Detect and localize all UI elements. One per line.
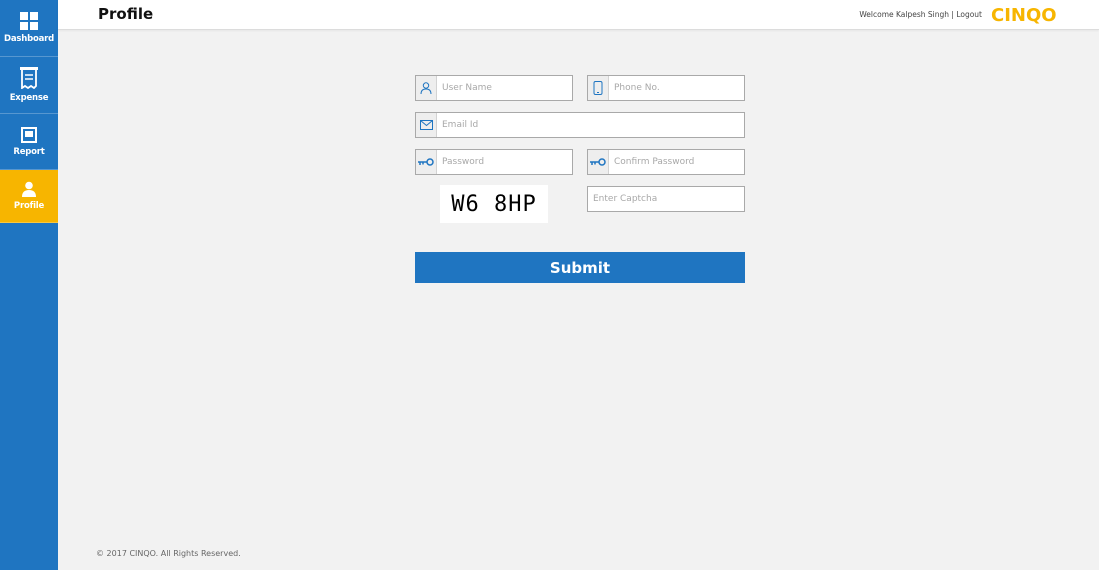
- phone-field[interactable]: [587, 75, 745, 101]
- captcha-input[interactable]: [588, 188, 744, 210]
- logo-text: CINQO: [991, 5, 1057, 25]
- sidebar-item-expense[interactable]: Expense: [0, 57, 58, 114]
- welcome-bar: Welcome Kalpesh Singh | Logout: [859, 10, 982, 19]
- receipt-icon: [20, 67, 38, 89]
- username-field[interactable]: [415, 75, 573, 101]
- sidebar-item-label: Expense: [9, 93, 49, 103]
- logo-mark: CINQO: [991, 5, 1057, 26]
- logout-link[interactable]: Logout: [956, 10, 982, 19]
- sidebar: Dashboard Expense Report Profile: [0, 0, 58, 570]
- user-icon: [21, 181, 37, 197]
- confirm-password-input[interactable]: [609, 151, 744, 173]
- email-field[interactable]: [415, 112, 745, 138]
- password-field[interactable]: [415, 149, 573, 175]
- sidebar-item-label: Report: [13, 146, 45, 157]
- email-input[interactable]: [437, 114, 744, 136]
- confirm-password-field[interactable]: [587, 149, 745, 175]
- sidebar-item-report[interactable]: Report: [0, 114, 58, 170]
- top-bar: Profile Welcome Kalpesh Singh | Logout C…: [58, 0, 1099, 30]
- username-input[interactable]: [437, 77, 572, 99]
- sidebar-item-dashboard[interactable]: Dashboard: [0, 0, 58, 57]
- sidebar-item-label: Dashboard: [3, 34, 55, 44]
- phone-input[interactable]: [609, 77, 744, 99]
- key-icon: [588, 150, 609, 174]
- sidebar-item-profile[interactable]: Profile: [0, 170, 58, 223]
- captcha-text: W6 8HP: [451, 191, 537, 217]
- welcome-text: Welcome Kalpesh Singh |: [859, 10, 954, 19]
- cinqo-logo: CINQO: [991, 5, 1061, 29]
- user-icon: [416, 76, 437, 100]
- report-icon: [21, 126, 37, 143]
- submit-button[interactable]: Submit: [415, 252, 745, 283]
- phone-icon: [588, 76, 609, 100]
- page-title: Profile: [98, 5, 154, 23]
- password-input[interactable]: [437, 151, 572, 173]
- footer-copyright: © 2017 CINQO. All Rights Reserved.: [96, 549, 241, 558]
- sidebar-item-label: Profile: [13, 201, 45, 211]
- key-icon: [416, 150, 437, 174]
- captcha-image: W6 8HP: [440, 185, 548, 223]
- captcha-field[interactable]: [587, 186, 745, 212]
- mail-icon: [416, 113, 437, 137]
- dashboard-icon: [20, 12, 38, 30]
